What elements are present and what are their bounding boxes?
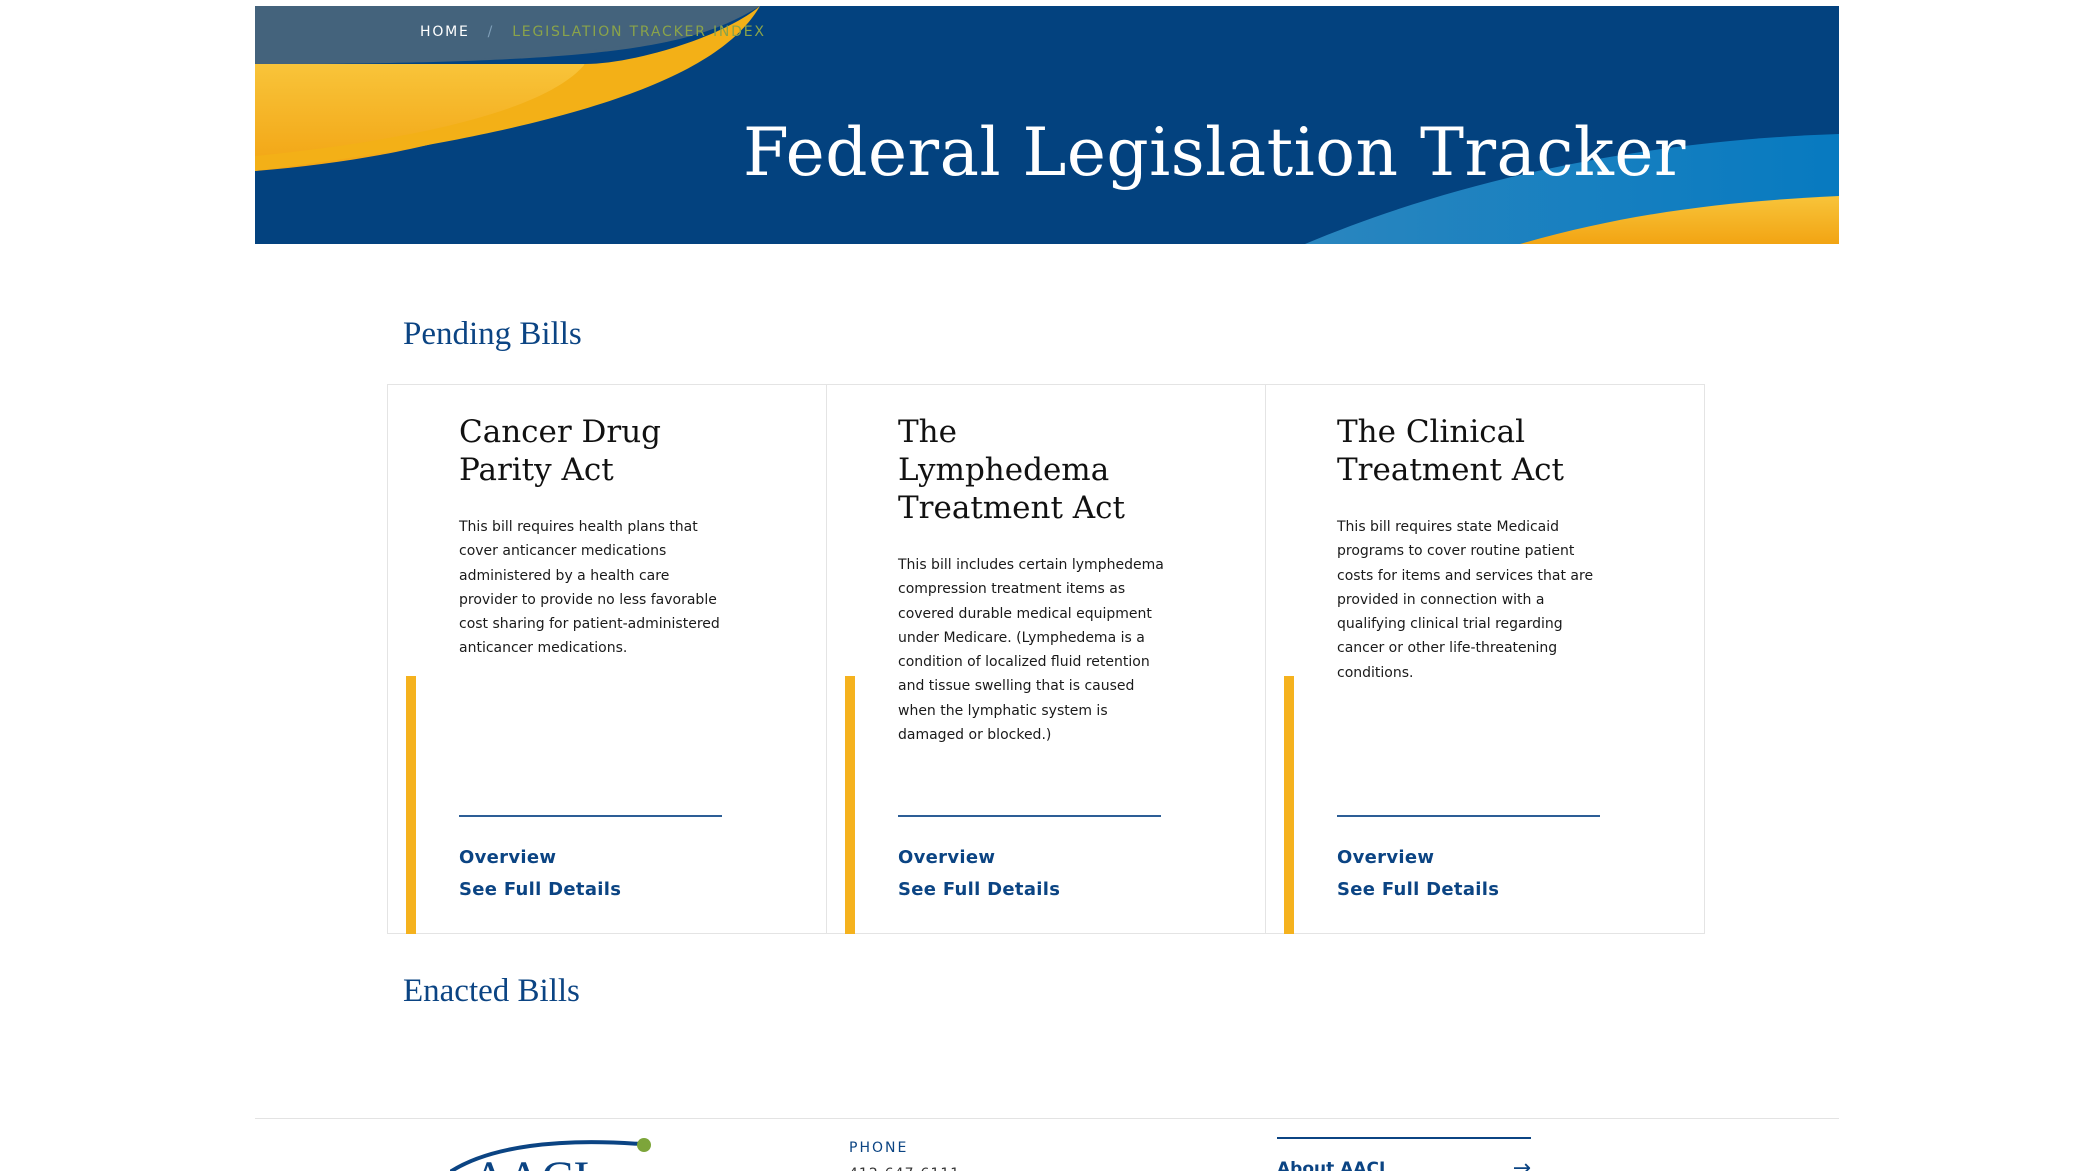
footer-phone-number[interactable]: 412-647-6111 xyxy=(849,1166,960,1171)
bill-card: The Lymphedema Treatment Act This bill i… xyxy=(826,384,1266,934)
breadcrumb-separator: / xyxy=(487,24,495,40)
pending-bills-heading: Pending Bills xyxy=(403,316,582,352)
bill-card: Cancer Drug Parity Act This bill require… xyxy=(387,384,827,934)
overview-link[interactable]: Overview xyxy=(898,847,995,868)
bill-title: Cancer Drug Parity Act xyxy=(459,414,662,488)
breadcrumb: HOME / LEGISLATION TRACKER INDEX xyxy=(420,24,766,40)
aaci-logo[interactable]: AACI xyxy=(450,1134,665,1171)
page-title: Federal Legislation Tracker xyxy=(743,114,1686,191)
bill-title: The Lymphedema Treatment Act xyxy=(898,414,1126,526)
card-accent-bar xyxy=(406,676,416,934)
bill-card: The Clinical Treatment Act This bill req… xyxy=(1265,384,1705,934)
breadcrumb-current-page: LEGISLATION TRACKER INDEX xyxy=(512,24,766,40)
about-aaci-link[interactable]: About AACI → xyxy=(1277,1156,1531,1171)
card-accent-bar xyxy=(1284,676,1294,934)
aaci-logo-graphic: AACI xyxy=(450,1138,651,1171)
see-full-details-link[interactable]: See Full Details xyxy=(1337,879,1499,900)
bill-title: The Clinical Treatment Act xyxy=(1337,414,1565,488)
enacted-bills-heading: Enacted Bills xyxy=(403,973,580,1009)
card-divider xyxy=(898,815,1161,817)
pending-bills-list: Cancer Drug Parity Act This bill require… xyxy=(387,384,1707,934)
bill-description: This bill includes certain lymphedema co… xyxy=(898,557,1164,744)
bill-description: This bill requires state Medicaid progra… xyxy=(1337,519,1594,681)
footer-phone-label: PHONE xyxy=(849,1140,909,1156)
breadcrumb-home-link[interactable]: HOME xyxy=(420,24,470,40)
logo-text: AACI xyxy=(472,1152,589,1171)
bill-description: This bill requires health plans that cov… xyxy=(459,519,720,657)
card-divider xyxy=(1337,815,1600,817)
overview-link[interactable]: Overview xyxy=(1337,847,1434,868)
footer-divider xyxy=(255,1118,1839,1119)
see-full-details-link[interactable]: See Full Details xyxy=(898,879,1060,900)
see-full-details-link[interactable]: See Full Details xyxy=(459,879,621,900)
overview-link[interactable]: Overview xyxy=(459,847,556,868)
about-aaci-label: About AACI xyxy=(1277,1158,1386,1171)
hero-banner: HOME / LEGISLATION TRACKER INDEX Federal… xyxy=(255,6,1839,244)
card-divider xyxy=(459,815,722,817)
footer-nav-divider xyxy=(1277,1137,1531,1139)
card-accent-bar xyxy=(845,676,855,934)
arrow-right-icon: → xyxy=(1512,1156,1531,1171)
